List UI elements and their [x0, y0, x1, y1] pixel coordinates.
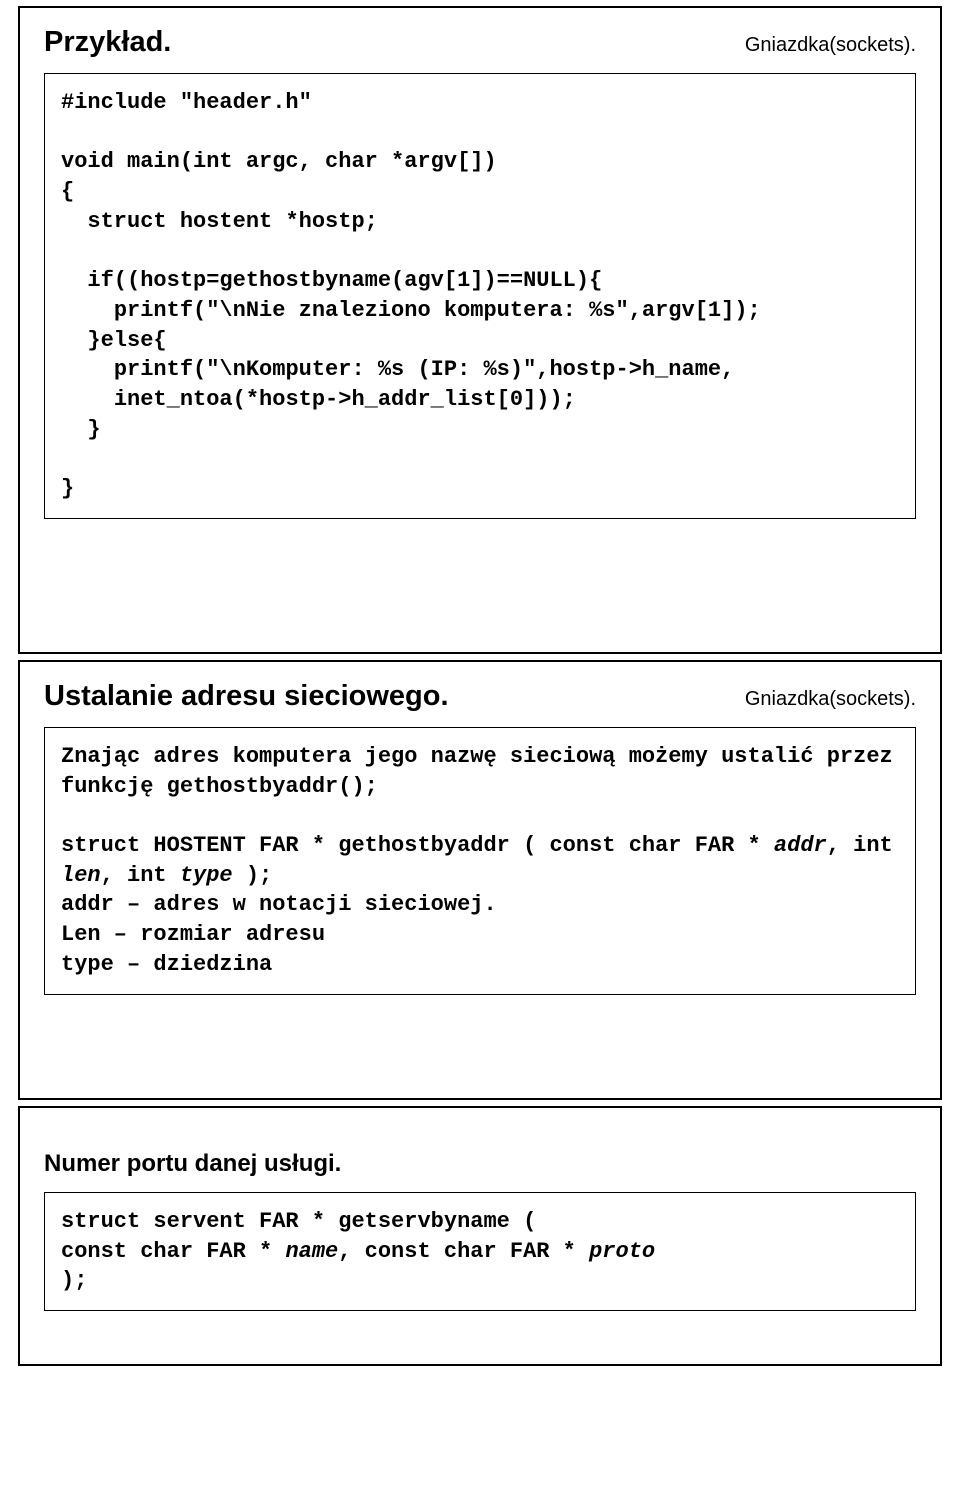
proto-line-2: const char FAR * name, const char FAR * … — [61, 1237, 899, 1267]
desc-type: type – dziedzina — [61, 950, 899, 980]
proto-text: , int — [827, 833, 893, 858]
code-block: struct servent FAR * getservbyname ( con… — [44, 1192, 916, 1311]
function-prototype: struct HOSTENT FAR * gethostbyaddr ( con… — [61, 831, 899, 890]
param-name: name — [285, 1239, 338, 1264]
param-addr: addr — [774, 833, 827, 858]
slide-example: Przykład. Gniazdka(sockets). #include "h… — [18, 6, 942, 654]
text-block: Znając adres komputera jego nazwę siecio… — [44, 727, 916, 995]
slide-tag: Gniazdka(sockets). — [745, 34, 916, 57]
proto-text: , int — [101, 863, 180, 888]
proto-line-1: struct servent FAR * getservbyname ( — [61, 1207, 899, 1237]
desc-addr: addr – adres w notacji sieciowej. — [61, 890, 899, 920]
proto-line-3: ); — [61, 1266, 899, 1296]
slide-title: Przykład. — [44, 26, 171, 59]
proto-text: , const char FAR * — [338, 1239, 589, 1264]
slide-title: Ustalanie adresu sieciowego. — [44, 680, 449, 713]
slide-title: Numer portu danej usługi. — [44, 1150, 916, 1178]
param-len: len — [61, 863, 101, 888]
code-block: #include "header.h" void main(int argc, … — [44, 73, 916, 519]
proto-text: struct HOSTENT FAR * gethostbyaddr ( con… — [61, 833, 774, 858]
slide-port-number: Numer portu danej usługi. struct servent… — [18, 1106, 942, 1366]
desc-len: Len – rozmiar adresu — [61, 920, 899, 950]
param-proto: proto — [589, 1239, 655, 1264]
slide-network-address: Ustalanie adresu sieciowego. Gniazdka(so… — [18, 660, 942, 1100]
proto-text: const char FAR * — [61, 1239, 285, 1264]
slide-tag: Gniazdka(sockets). — [745, 688, 916, 711]
slide-header: Przykład. Gniazdka(sockets). — [44, 26, 916, 59]
proto-text: ); — [233, 863, 273, 888]
slide-header: Ustalanie adresu sieciowego. Gniazdka(so… — [44, 680, 916, 713]
intro-text: Znając adres komputera jego nazwę siecio… — [61, 742, 899, 801]
param-type: type — [180, 863, 233, 888]
